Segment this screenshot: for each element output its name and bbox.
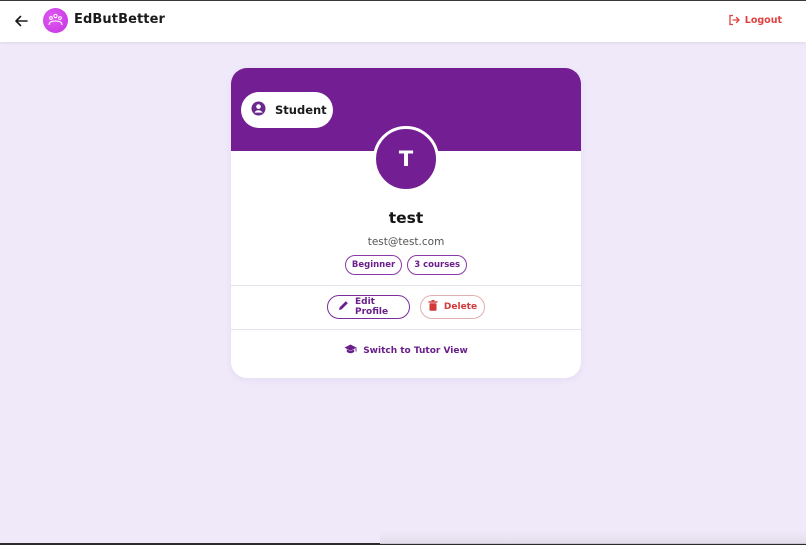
profile-email: test@test.com	[367, 236, 445, 248]
pencil-icon	[338, 300, 349, 314]
delete-button[interactable]: Delete	[420, 295, 485, 319]
account-circle-icon	[251, 101, 266, 120]
profile-name: test	[388, 209, 424, 227]
app-page: EdButBetter Logout Student T test test@t…	[0, 0, 806, 545]
edit-profile-button[interactable]: Edit Profile	[327, 295, 410, 319]
edit-profile-label: Edit Profile	[355, 297, 389, 317]
graduation-cap-icon	[344, 344, 357, 358]
back-arrow-icon[interactable]	[13, 13, 29, 29]
delete-label: Delete	[443, 302, 478, 312]
profile-chips: Beginner 3 courses	[231, 255, 581, 275]
divider	[231, 329, 581, 330]
avatar-initial: T	[398, 147, 414, 171]
logout-label: Logout	[744, 14, 782, 26]
logo-icon[interactable]	[43, 8, 68, 33]
trash-icon	[428, 300, 438, 314]
top-bar: EdButBetter Logout	[0, 1, 806, 42]
brand-name[interactable]: EdButBetter	[74, 12, 165, 27]
bottom-shadow	[380, 531, 806, 544]
profile-card: Student T test test@test.com Beginner 3 …	[231, 68, 581, 378]
level-chip: Beginner	[344, 255, 403, 275]
switch-label: Switch to Tutor View	[363, 346, 468, 356]
role-badge: Student	[241, 92, 333, 128]
profile-actions: Edit Profile Delete	[231, 295, 581, 319]
courses-chip: 3 courses	[407, 255, 468, 275]
role-label: Student	[275, 103, 327, 117]
divider	[231, 285, 581, 286]
switch-to-tutor-button[interactable]: Switch to Tutor View	[231, 344, 581, 358]
logout-button[interactable]: Logout	[728, 14, 782, 26]
logout-icon	[728, 14, 740, 26]
avatar: T	[373, 126, 439, 192]
